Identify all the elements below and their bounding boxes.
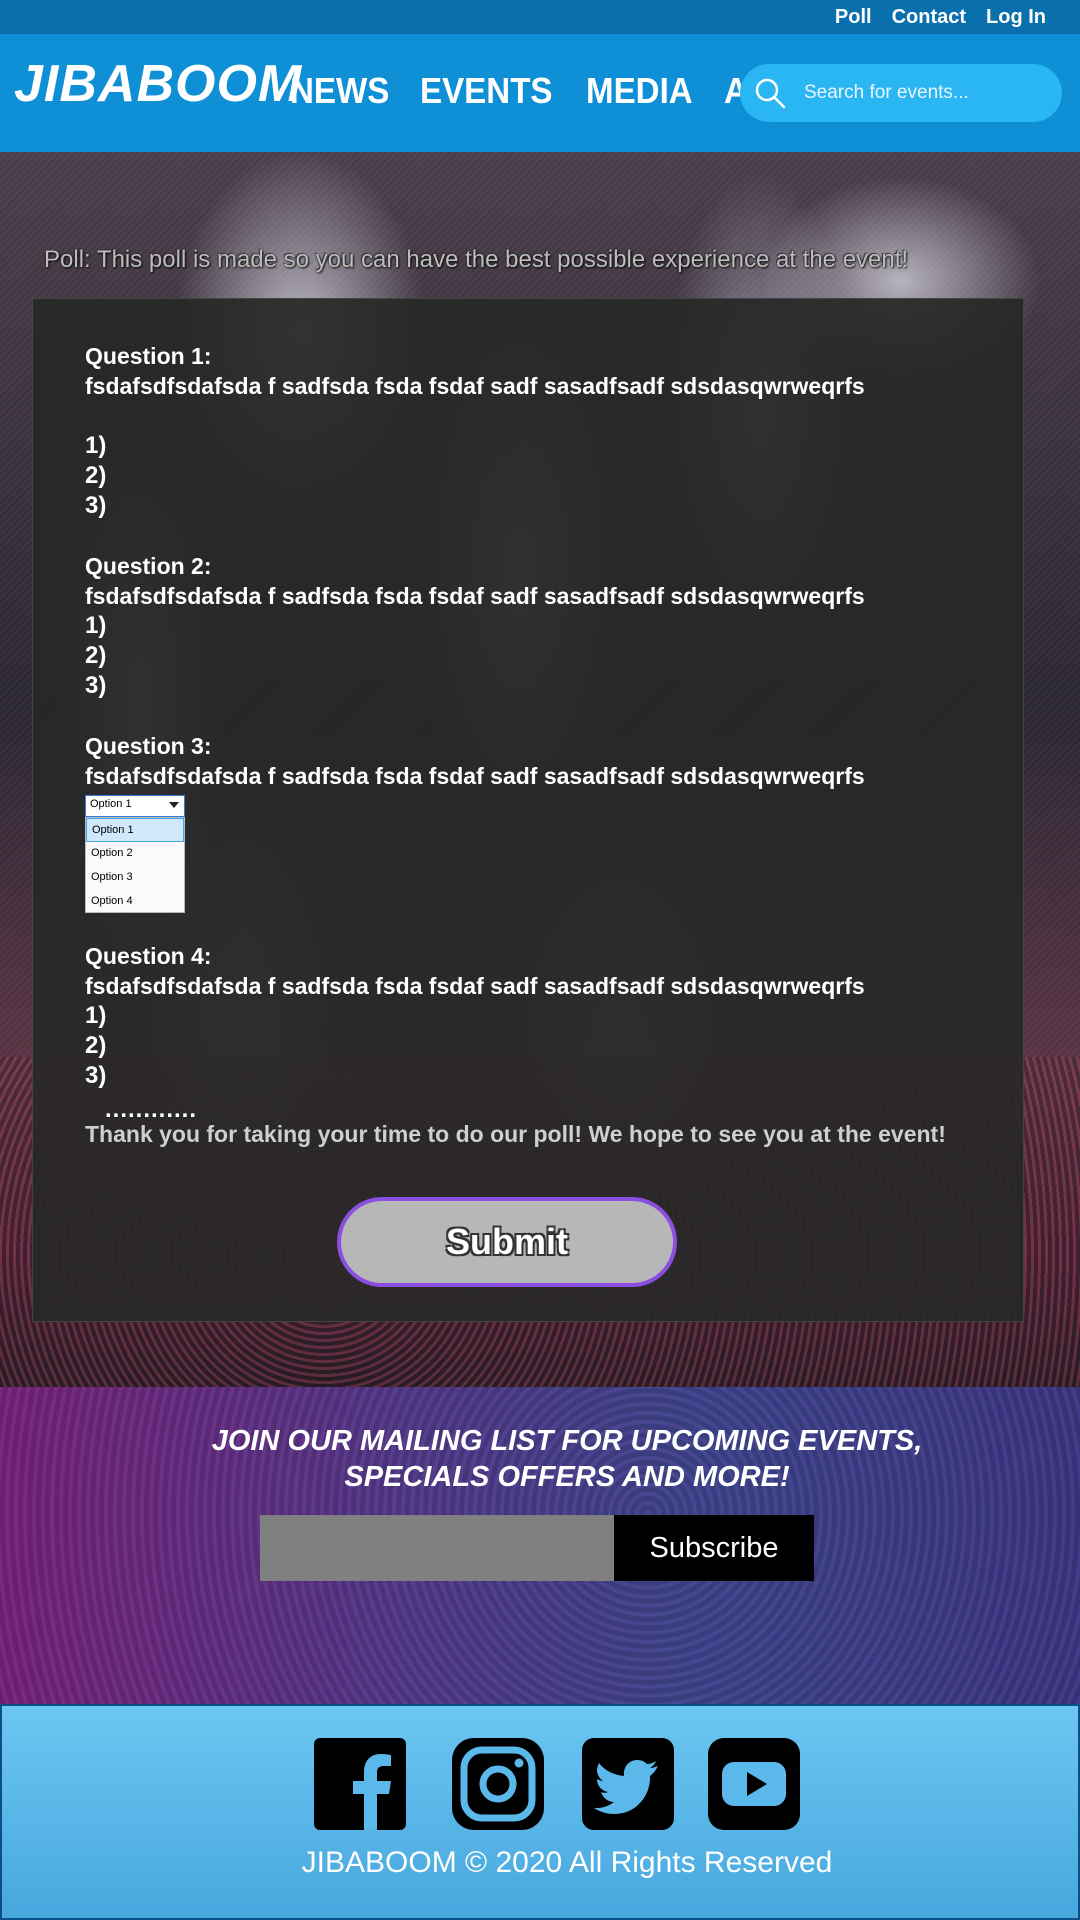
question-text: fsdafsdfsdafsda f sadfsda fsda fsdaf sad… xyxy=(85,973,865,999)
search-input[interactable] xyxy=(802,81,1042,105)
option-3[interactable]: 3) xyxy=(85,671,865,701)
search-bar xyxy=(740,64,1062,122)
question-3: Question 3: fsdafsdfsdafsda f sadfsda fs… xyxy=(85,731,865,791)
option-1[interactable]: 1) xyxy=(85,611,865,641)
question-text: fsdafsdfsdafsda f sadfsda fsda fsdaf sad… xyxy=(85,583,865,609)
dropdown-option[interactable]: Option 1 xyxy=(86,818,184,842)
contact-link[interactable]: Contact xyxy=(892,6,966,29)
top-links: Poll Contact Log In xyxy=(835,6,1046,29)
ellipsis-text: ............ xyxy=(105,1096,198,1123)
submit-button[interactable]: Submit xyxy=(337,1197,677,1287)
instagram-icon[interactable] xyxy=(452,1738,544,1830)
site-header: JIBABOOM NEWS EVENTS MEDIA ABOUT xyxy=(0,34,1080,152)
mailing-list-section: JOIN OUR MAILING LIST FOR UPCOMING EVENT… xyxy=(0,1387,1080,1704)
mailing-title: JOIN OUR MAILING LIST FOR UPCOMING EVENT… xyxy=(0,1423,1080,1495)
select-dropdown: Option 1 Option 2 Option 3 Option 4 xyxy=(85,817,185,913)
search-icon[interactable] xyxy=(752,75,788,111)
dropdown-option[interactable]: Option 3 xyxy=(86,866,184,890)
mailing-title-line-2: SPECIALS OFFERS AND MORE! xyxy=(344,1461,790,1493)
site-footer: JIBABOOM © 2020 All Rights Reserved xyxy=(0,1704,1080,1920)
facebook-icon[interactable] xyxy=(314,1738,406,1830)
copyright-text: JIBABOOM © 2020 All Rights Reserved xyxy=(301,1846,833,1879)
login-link[interactable]: Log In xyxy=(986,6,1046,29)
mailing-title-line-1: JOIN OUR MAILING LIST FOR UPCOMING EVENT… xyxy=(211,1425,923,1457)
youtube-icon[interactable] xyxy=(708,1738,800,1830)
question-label: Question 1: xyxy=(85,343,212,369)
dropdown-option[interactable]: Option 2 xyxy=(86,842,184,866)
option-3[interactable]: 3) xyxy=(85,1061,865,1091)
email-field[interactable] xyxy=(260,1515,614,1581)
question-2: Question 2: fsdafsdfsdafsda f sadfsda fs… xyxy=(85,551,865,701)
question-text: fsdafsdfsdafsda f sadfsda fsda fsdaf sad… xyxy=(85,763,865,789)
subscribe-button[interactable]: Subscribe xyxy=(614,1515,814,1581)
top-bar: Poll Contact Log In xyxy=(0,0,1080,34)
poll-panel: Question 1: fsdafsdfsdafsda f sadfsda fs… xyxy=(32,298,1024,1322)
nav-news[interactable]: NEWS xyxy=(290,70,389,112)
question-label: Question 4: xyxy=(85,943,212,969)
option-1[interactable]: 1) xyxy=(85,1001,865,1031)
site-logo[interactable]: JIBABOOM xyxy=(14,54,302,114)
option-3[interactable]: 3) xyxy=(85,491,865,521)
question-text: fsdafsdfsdafsda f sadfsda fsda fsdaf sad… xyxy=(85,373,865,399)
question-label: Question 2: xyxy=(85,553,212,579)
option-2[interactable]: 2) xyxy=(85,641,865,671)
thanks-text: Thank you for taking your time to do our… xyxy=(85,1121,946,1147)
nav-events[interactable]: EVENTS xyxy=(420,70,553,112)
chevron-down-icon[interactable] xyxy=(169,802,179,808)
nav-media[interactable]: MEDIA xyxy=(586,70,693,112)
question-3-select[interactable]: Option 1 xyxy=(85,795,185,817)
twitter-icon[interactable] xyxy=(582,1738,674,1830)
dropdown-option[interactable]: Option 4 xyxy=(86,890,184,914)
concert-background: Poll: This poll is made so you can have … xyxy=(0,152,1080,1387)
poll-title: Poll: This poll is made so you can have … xyxy=(44,246,909,273)
option-2[interactable]: 2) xyxy=(85,1031,865,1061)
option-2[interactable]: 2) xyxy=(85,461,865,491)
option-1[interactable]: 1) xyxy=(85,431,865,461)
question-1: Question 1: fsdafsdfsdafsda f sadfsda fs… xyxy=(85,341,865,521)
select-value: Option 1 xyxy=(90,798,132,810)
poll-link[interactable]: Poll xyxy=(835,6,872,29)
question-4: Question 4: fsdafsdfsdafsda f sadfsda fs… xyxy=(85,941,865,1091)
question-label: Question 3: xyxy=(85,733,212,759)
